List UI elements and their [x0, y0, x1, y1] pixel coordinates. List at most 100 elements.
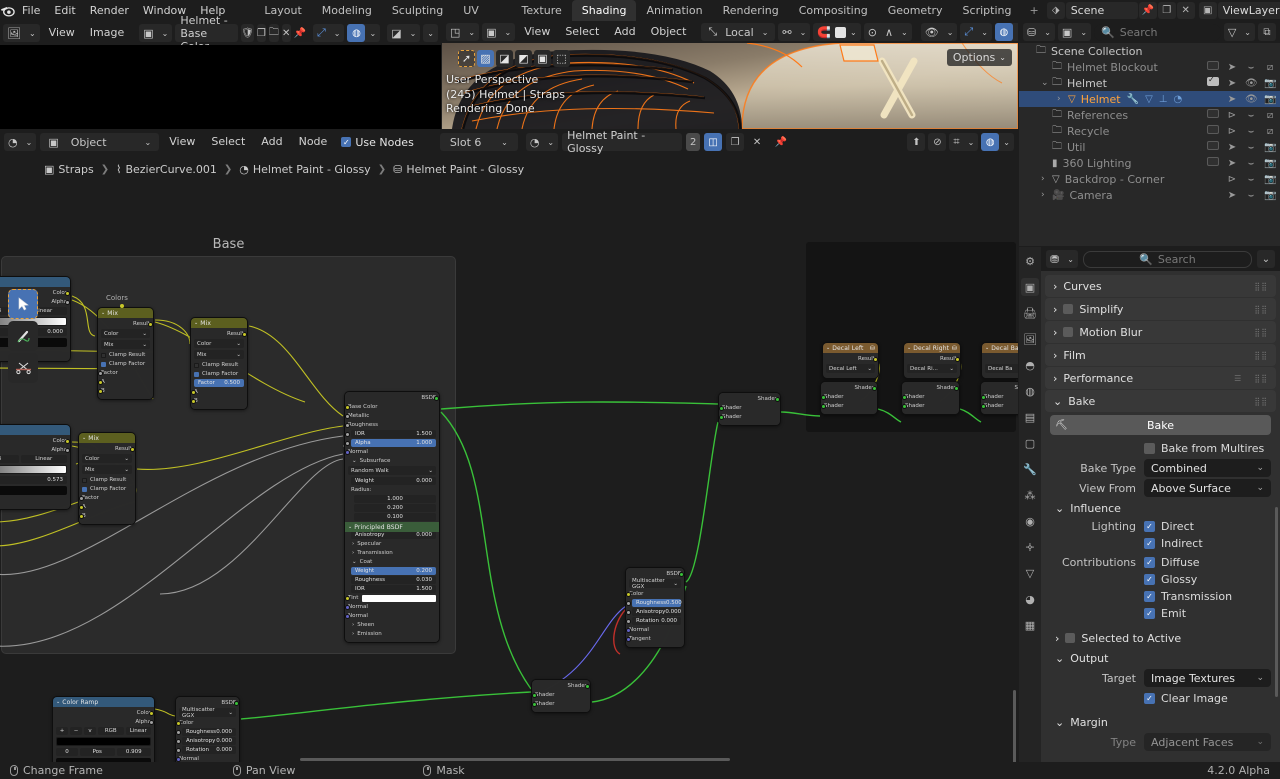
viewport-options-button[interactable]: Options ⌄ — [946, 49, 1012, 66]
margin-subpanel-header[interactable]: ⌄ Margin — [1041, 712, 1280, 732]
node-section-subsurface[interactable]: ⌄ Subsurface — [348, 457, 436, 465]
editor-type-selector[interactable]: ⛃ ⌄ — [1046, 250, 1078, 268]
coat-roughness[interactable]: Roughness 0.030 — [351, 576, 436, 584]
material-tab[interactable]: ◕ — [1021, 590, 1039, 608]
panel-bake[interactable]: ⌄ Bake ⣿⣿ — [1045, 390, 1276, 412]
panel-film[interactable]: › Film ⣿⣿ — [1045, 344, 1276, 366]
node-colorramp-bottom[interactable]: ⌄ Color Ramp Color Alpha + − v RGB Linear 0 Pos 0.9… — [52, 696, 155, 762]
socket-yellow[interactable] — [176, 720, 181, 726]
overlays-dropdown[interactable]: ◍⌄ — [994, 23, 1018, 41]
socket-blue[interactable] — [176, 756, 181, 762]
image-browse-dropdown[interactable]: ▣ ⌄ — [139, 24, 173, 42]
outliner-checkbox[interactable] — [1207, 125, 1219, 134]
node-property[interactable]: Rotation 0.000 — [176, 746, 236, 754]
socket-gray[interactable] — [79, 495, 84, 501]
node-socket-row[interactable]: Normal — [626, 626, 681, 634]
socket-green[interactable] — [234, 700, 239, 706]
blender-logo-icon[interactable] — [0, 0, 15, 21]
node-mix-1[interactable]: ⌄ Mix Result Color ⌄ Mix ⌄ Clamp Result Clamp Fa… — [97, 307, 154, 400]
socket-yellow[interactable] — [65, 438, 70, 444]
node-socket-row[interactable]: Result — [194, 330, 247, 338]
node-checkbox-row[interactable]: Clamp Result — [82, 476, 132, 484]
outliner-filter-dropdown[interactable]: ▽ ⌄ — [1223, 23, 1255, 41]
cursor-icon[interactable]: ➤ — [1226, 158, 1238, 169]
physics-tab[interactable]: ◉ — [1021, 512, 1039, 530]
socket-gray[interactable] — [176, 738, 181, 744]
outliner-item-helmet[interactable]: ⌄🗀 Helmet ➤ 👁 📷 — [1019, 75, 1280, 91]
node-dropdown[interactable]: Multiscatter GGX ⌄ — [179, 707, 236, 719]
socket-yellow[interactable] — [79, 504, 84, 510]
node-socket-row[interactable]: Shader — [532, 700, 587, 708]
image-editor-canvas[interactable] — [0, 45, 441, 129]
subsurface-radius-value[interactable]: 1.000 — [354, 495, 436, 503]
outliner-checkbox[interactable] — [1207, 109, 1219, 118]
coat-ior[interactable]: IOR 1.500 — [351, 585, 436, 593]
workspace-tab-animation[interactable]: Animation — [636, 0, 712, 21]
contribution-checkbox-glossy[interactable]: ✓ Glossy — [1144, 571, 1271, 588]
hide-icon[interactable]: ⌣ — [1245, 190, 1257, 201]
node-socket-row[interactable]: B — [79, 512, 132, 520]
socket-gray[interactable] — [176, 729, 181, 735]
socket-gray[interactable] — [345, 440, 350, 446]
socket-yellow[interactable] — [191, 389, 196, 395]
object-data-tab[interactable]: ▽ — [1021, 564, 1039, 582]
subsurface-radius-value[interactable]: 0.200 — [354, 504, 436, 512]
panel-curves[interactable]: › Curves ⣿⣿ — [1045, 275, 1276, 297]
cursor-icon[interactable]: ➤ — [1226, 62, 1238, 73]
color-ramp-control[interactable]: − — [70, 727, 82, 735]
socket-gray[interactable] — [345, 422, 350, 428]
node-header[interactable]: ⌄ Decal Right ⛁ — [904, 343, 960, 353]
shader-scrollbar-horizontal[interactable] — [300, 758, 730, 761]
camera-icon[interactable]: 📷 — [1264, 190, 1276, 201]
coat-tint-row[interactable]: Tint — [345, 594, 436, 602]
color-ramp-gradient[interactable] — [0, 465, 67, 474]
menu-render[interactable]: Render — [83, 0, 136, 21]
hide-icon[interactable]: ⌣ — [1245, 158, 1257, 169]
outliner-item-360-lighting[interactable]: ▮ 360 Lighting ➤ ⌣ 📷 — [1019, 155, 1280, 171]
outliner-item-helmet-blockout[interactable]: 🗀 Helmet Blockout ➤ ⌣ ⧄ — [1019, 59, 1280, 75]
node-socket-row[interactable]: Roughness — [345, 421, 436, 429]
bake-button[interactable]: ⛏ Bake — [1050, 415, 1271, 435]
node-socket-row[interactable]: Alpha — [56, 718, 154, 726]
unlink-image-icon[interactable]: ✕ — [281, 24, 291, 42]
select-box-invert-icon[interactable]: ▣ — [534, 49, 551, 67]
snap-dropdown[interactable]: 🧲 ⌄ — [813, 23, 861, 41]
remove-scene-icon[interactable]: ✕ — [1176, 2, 1195, 19]
node-property[interactable]: Anisotropy 0.000 — [176, 737, 236, 745]
node-socket-row[interactable]: Result — [985, 355, 1018, 363]
node-add-shader-5[interactable]: ⌄Add ShaderShaderShaderShader — [980, 381, 1018, 415]
node-dropdown[interactable]: Decal Ba⌄ — [985, 364, 1018, 373]
node-socket-row[interactable]: Shader — [719, 413, 777, 421]
node-canvas[interactable]: Base Color Alpha Linear 0.000 Color Alph… — [0, 154, 1018, 762]
outliner-item-helmet[interactable]: › ▽ Helmet 🔧 ▽ ⊥ ◔ ➤ 👁 📷 — [1019, 91, 1280, 107]
mesh-data-icon[interactable]: ▽ — [1145, 94, 1153, 105]
node-socket-row[interactable]: Shader — [981, 402, 1018, 410]
go-to-parent-icon[interactable]: ⬆ — [907, 133, 926, 151]
contribution-checkbox-emit[interactable]: ✓ Emit — [1144, 605, 1271, 622]
subsurface-weight[interactable]: Weight 0.000 — [351, 477, 436, 485]
node-header[interactable]: ⌄ Principled BSDF — [345, 522, 439, 532]
node-header[interactable]: ⌄Decal Back⛁ — [982, 343, 1018, 353]
node-property[interactable]: Rotation 0.000 — [626, 617, 681, 625]
node-dropdown[interactable]: Color ⌄ — [101, 329, 150, 338]
menu-file[interactable]: File — [15, 0, 47, 21]
node-colorramp-mid-left[interactable]: ⌄Color Ramp ColorAlpha+−vRGBLinear Pos0.57… — [0, 424, 71, 510]
node-socket-row[interactable]: Result — [826, 355, 878, 363]
shader-type-dropdown[interactable]: ▣ Object ⌄ — [40, 133, 160, 151]
proportional-edit-dropdown[interactable]: ⊙ ∧ ⌄ — [863, 23, 912, 41]
socket-yellow[interactable] — [98, 388, 103, 394]
new-collection-icon[interactable]: ⧉ — [1258, 23, 1276, 41]
socket-blue[interactable] — [345, 449, 350, 455]
select-box-intersect-icon[interactable]: ⬚ — [553, 49, 570, 67]
tweak-tool-icon[interactable]: ➚ — [458, 49, 475, 67]
outliner-item-scene-collection[interactable]: 🗀 Scene Collection — [1019, 43, 1280, 59]
node-socket-row[interactable]: BSDF — [179, 699, 239, 707]
shader-menu-add[interactable]: Add — [255, 133, 288, 151]
constraints-tab[interactable]: 🝊 — [1021, 538, 1039, 556]
node-socket-row[interactable]: Result — [907, 355, 960, 363]
eye-icon[interactable]: 👁 — [1245, 94, 1258, 105]
outliner-checkbox[interactable] — [1207, 141, 1219, 150]
node-socket-row[interactable]: Metallic — [345, 412, 436, 420]
socket-gray[interactable] — [626, 609, 631, 615]
properties-scroll-area[interactable]: › Curves ⣿⣿ › Simplify ⣿⣿ › Motion Blur … — [1041, 271, 1280, 762]
